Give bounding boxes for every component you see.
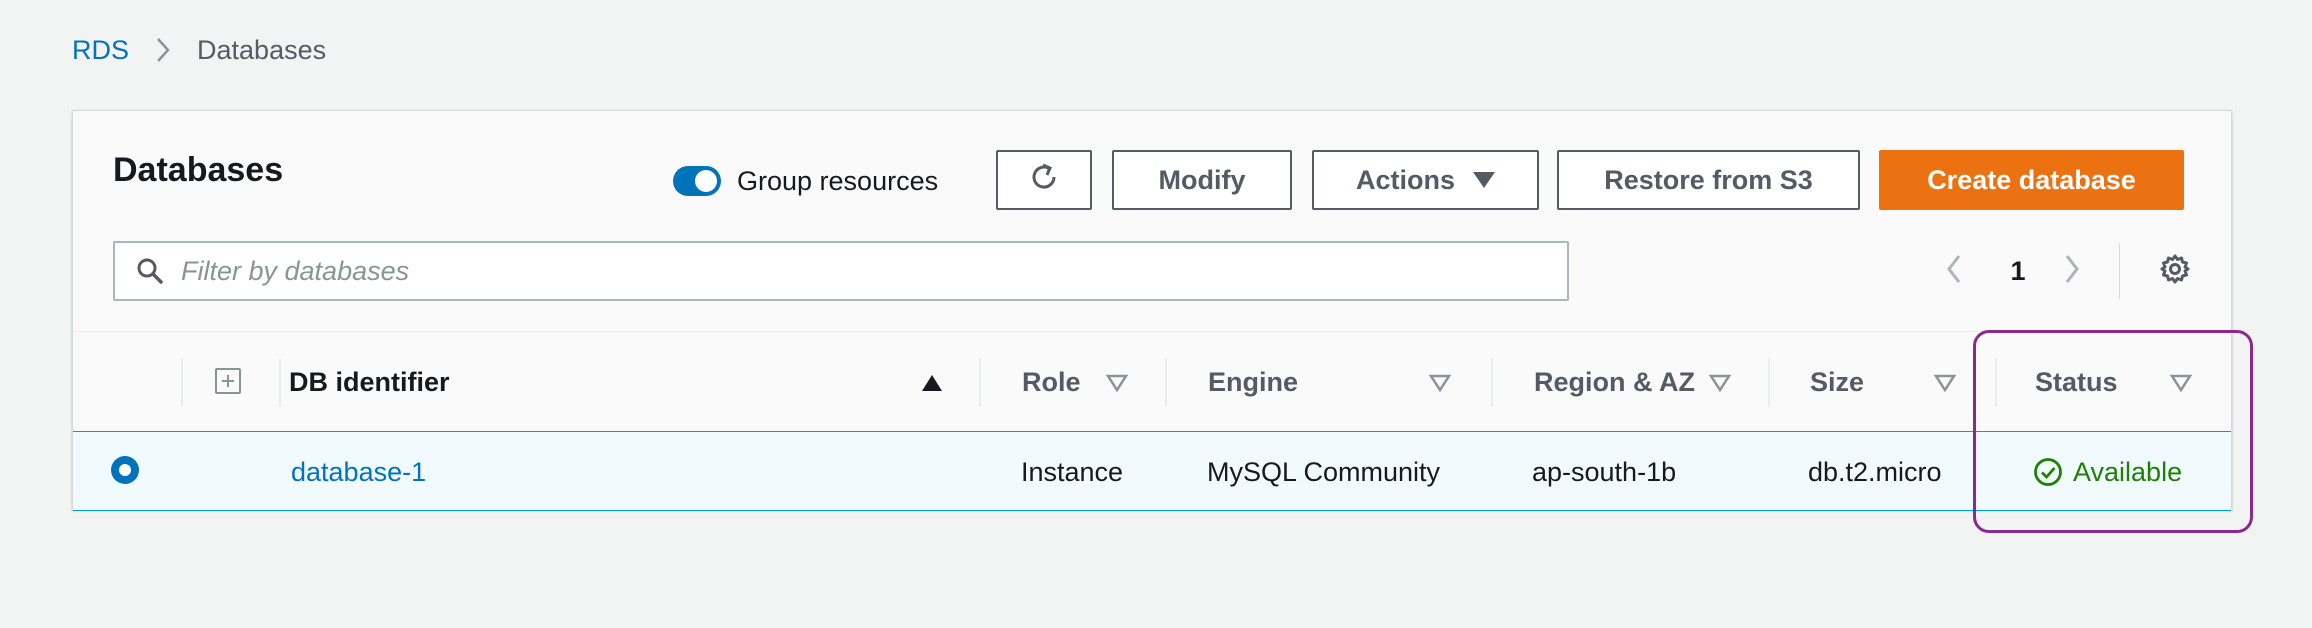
- table-header: DB identifier Role Engine Region & AZ Si…: [73, 331, 2231, 431]
- sort-ascending-icon[interactable]: [921, 374, 943, 397]
- search-icon: [135, 256, 165, 286]
- column-header-size[interactable]: Size: [1810, 358, 1864, 406]
- previous-page-button[interactable]: [1939, 251, 1969, 291]
- filter-box: [113, 241, 1569, 301]
- breadcrumb: RDS Databases: [72, 30, 326, 70]
- status-text: Available: [2073, 456, 2183, 487]
- sort-descending-icon[interactable]: [1428, 374, 1452, 397]
- column-separator: [181, 358, 183, 406]
- breadcrumb-rds-link[interactable]: RDS: [72, 35, 129, 66]
- role-cell: Instance: [1021, 456, 1124, 487]
- column-separator: [1768, 358, 1770, 406]
- databases-panel: Databases Group resources Modify Actions…: [72, 110, 2232, 511]
- expand-all-icon[interactable]: [215, 368, 241, 394]
- next-page-button[interactable]: [2057, 251, 2087, 291]
- column-separator: [1491, 358, 1493, 406]
- chevron-right-icon: [2063, 253, 2081, 290]
- refresh-icon: [1027, 160, 1061, 201]
- column-header-role[interactable]: Role: [1022, 358, 1081, 406]
- column-header-region-az[interactable]: Region & AZ: [1534, 358, 1695, 406]
- row-select-radio[interactable]: [111, 456, 139, 484]
- sort-descending-icon[interactable]: [1708, 374, 1732, 397]
- caret-down-icon: [1473, 172, 1495, 188]
- gear-icon: [2158, 252, 2192, 291]
- breadcrumb-current: Databases: [197, 34, 327, 65]
- column-separator: [1995, 358, 1997, 406]
- page-number[interactable]: 1: [2003, 251, 2033, 291]
- check-circle-icon: [2033, 457, 2063, 487]
- create-database-button[interactable]: Create database: [1879, 150, 2184, 210]
- restore-from-s3-button[interactable]: Restore from S3: [1557, 150, 1860, 210]
- table-row[interactable]: database-1 Instance MySQL Community ap-s…: [73, 431, 2231, 511]
- sort-descending-icon[interactable]: [2169, 374, 2193, 397]
- chevron-right-icon: [155, 36, 171, 64]
- sort-descending-icon[interactable]: [1105, 374, 1129, 397]
- actions-button[interactable]: Actions: [1312, 150, 1539, 210]
- filter-input[interactable]: [179, 254, 1543, 288]
- column-header-db-identifier[interactable]: DB identifier: [289, 358, 450, 406]
- column-separator: [979, 358, 981, 406]
- column-separator: [279, 358, 281, 406]
- region-az-cell: ap-south-1b: [1532, 456, 1677, 487]
- db-identifier-link[interactable]: database-1: [291, 452, 426, 492]
- column-header-engine[interactable]: Engine: [1208, 358, 1298, 406]
- modify-button[interactable]: Modify: [1112, 150, 1292, 210]
- group-resources-toggle-wrap: Group resources: [673, 159, 938, 203]
- refresh-button[interactable]: [996, 150, 1092, 210]
- size-cell: db.t2.micro: [1808, 456, 1942, 487]
- status-cell: Available: [2033, 452, 2182, 492]
- toggle-knob: [695, 170, 717, 192]
- sort-descending-icon[interactable]: [1933, 374, 1957, 397]
- radio-dot: [119, 464, 131, 476]
- divider: [2119, 243, 2120, 299]
- column-header-status[interactable]: Status: [2035, 358, 2118, 406]
- chevron-left-icon: [1945, 253, 1963, 290]
- panel-title: Databases: [113, 151, 284, 189]
- group-resources-toggle[interactable]: [673, 166, 721, 196]
- actions-label: Actions: [1355, 164, 1455, 195]
- column-separator: [1165, 358, 1167, 406]
- engine-cell: MySQL Community: [1207, 456, 1441, 487]
- group-resources-label: Group resources: [737, 165, 939, 196]
- settings-button[interactable]: [2155, 251, 2195, 291]
